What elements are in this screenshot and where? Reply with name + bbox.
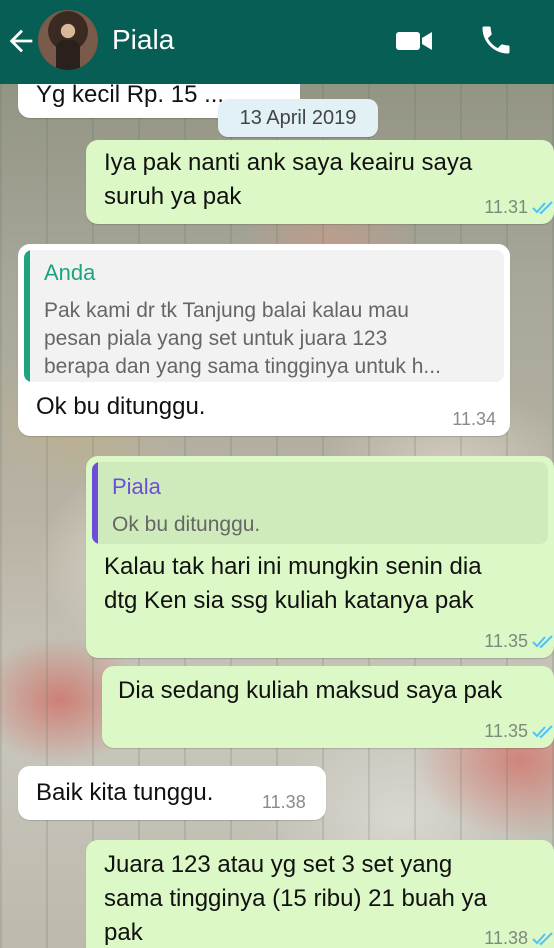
quote-author: Piala — [112, 474, 161, 499]
message-time-label: 11.35 — [484, 721, 528, 741]
read-ticks-icon — [532, 724, 553, 738]
chat-header: Piala — [0, 0, 554, 84]
message-line: Kalau tak hari ini mungkin senin dia — [104, 553, 482, 580]
message-line: dtg Ken sia ssg kuliah katanya pak — [104, 587, 474, 614]
read-ticks-icon — [532, 200, 553, 214]
read-ticks-icon — [532, 931, 553, 945]
message-time-label: 11.38 — [484, 928, 528, 948]
video-call-icon[interactable] — [394, 26, 434, 56]
message-bubble-outgoing[interactable]: Piala Ok bu ditunggu. Kalau tak hari ini… — [86, 456, 554, 658]
message-bubble-outgoing[interactable]: Iya pak nanti ank saya keairu saya suruh… — [86, 140, 554, 224]
message-time: 11.31 — [484, 197, 554, 218]
message-time-label: 11.31 — [484, 197, 528, 217]
quote-author: Anda — [44, 260, 96, 285]
message-time: 11.38 — [484, 928, 554, 948]
message-text: Ok bu ditunggu. — [36, 393, 206, 420]
quoted-message[interactable]: Piala Ok bu ditunggu. — [92, 462, 548, 544]
message-time: 11.34 — [452, 409, 496, 429]
message-bubble-incoming[interactable]: Baik kita tunggu. 11.38 — [18, 766, 326, 820]
date-separator: 13 April 2019 — [218, 99, 378, 137]
contact-name[interactable]: Piala — [112, 24, 174, 56]
message-line: pak — [104, 919, 143, 946]
quote-line: berapa dan yang sama tingginya untuk h..… — [44, 355, 441, 378]
message-time-label: 11.35 — [484, 631, 528, 651]
quote-bar — [24, 250, 30, 382]
message-line: Juara 123 atau yg set 3 set yang — [104, 851, 453, 878]
quote-line: Pak kami dr tk Tanjung balai kalau mau — [44, 299, 409, 322]
message-text: Baik kita tunggu. — [36, 779, 214, 806]
quote-bar — [92, 462, 98, 544]
message-bubble-outgoing[interactable]: Dia sedang kuliah maksud saya pak 11.35 — [102, 666, 554, 748]
read-ticks-icon — [532, 634, 553, 648]
message-time: 11.35 — [484, 721, 554, 742]
message-line: Iya pak nanti ank saya keairu saya — [104, 149, 473, 176]
message-time: 11.38 — [262, 792, 306, 812]
quote-text: Ok bu ditunggu. — [112, 513, 261, 536]
quoted-message[interactable]: Anda Pak kami dr tk Tanjung balai kalau … — [24, 250, 504, 382]
message-line: sama tingginya (15 ribu) 21 buah ya — [104, 885, 487, 912]
message-text: Dia sedang kuliah maksud saya pak — [118, 677, 503, 704]
message-line: suruh ya pak — [104, 183, 242, 210]
message-bubble-outgoing[interactable]: Juara 123 atau yg set 3 set yang sama ti… — [86, 840, 554, 948]
message-time: 11.35 — [484, 631, 554, 652]
quote-line: pesan piala yang set untuk juara 123 — [44, 327, 388, 350]
phone-call-icon[interactable] — [478, 22, 514, 58]
message-bubble-incoming[interactable]: Anda Pak kami dr tk Tanjung balai kalau … — [18, 244, 510, 436]
contact-avatar[interactable] — [38, 10, 98, 70]
back-arrow-icon[interactable] — [4, 24, 38, 58]
